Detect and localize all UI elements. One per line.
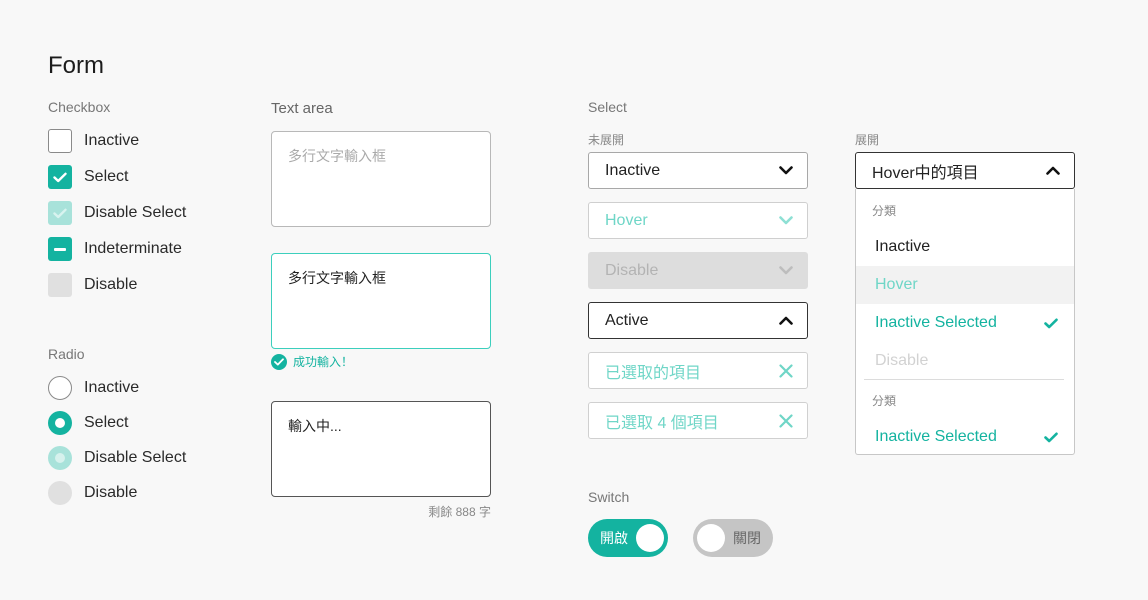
select-value: Inactive <box>605 161 661 179</box>
dropdown-option-disabled: Disable <box>875 352 929 369</box>
dropdown-option-hover[interactable]: Hover <box>856 266 1074 304</box>
select-value: Active <box>605 311 649 329</box>
select-inactive[interactable]: Inactive <box>588 152 808 189</box>
radio-label: Disable <box>84 484 138 501</box>
textarea-success[interactable]: 多行文字輸入框 <box>271 253 491 349</box>
select-value: 已選取 4 個項目 <box>605 414 719 432</box>
success-message: 成功輸入！ <box>271 353 353 370</box>
checkbox-checked[interactable] <box>48 165 72 189</box>
dropdown-option-inactive[interactable]: Inactive <box>856 228 1074 266</box>
select-section-label: Select <box>588 99 627 115</box>
radio-label: Inactive <box>84 379 140 396</box>
dropdown-group-label: 分類 <box>872 393 897 408</box>
radio-inactive[interactable]: Inactive <box>48 376 139 400</box>
radio-label: Disable Select <box>84 449 187 466</box>
chevron-down-icon <box>779 266 793 275</box>
radio-button-disabled-selected <box>48 446 72 470</box>
select-hover[interactable]: Hover <box>588 202 808 239</box>
switch-knob <box>697 524 725 552</box>
check-icon <box>53 208 67 218</box>
checkbox-label: Disable Select <box>84 204 187 221</box>
checkbox-disabled-checked <box>48 201 72 225</box>
checkbox-indeterminate-box[interactable] <box>48 237 72 261</box>
checkbox-indeterminate[interactable]: Indeterminate <box>48 237 182 261</box>
dropdown-divider <box>864 379 1064 380</box>
switch-on-label: 開啟 <box>600 530 628 546</box>
switch-off-label: 關閉 <box>733 530 761 546</box>
radio-label: Select <box>84 414 129 431</box>
textarea-empty[interactable]: 多行文字輸入框 <box>271 131 491 227</box>
chevron-up-icon <box>779 316 793 325</box>
expanded-label: 展開 <box>855 133 880 147</box>
radio-button-selected[interactable] <box>48 411 72 435</box>
textarea-typing[interactable]: 輸入中... <box>271 401 491 497</box>
textarea-section-label: Text area <box>271 100 333 117</box>
clear-icon[interactable] <box>779 413 793 428</box>
page-title: Form <box>48 52 104 79</box>
select-chosen-multiple[interactable]: 已選取 4 個項目 <box>588 402 808 439</box>
radio-disable-select: Disable Select <box>48 446 186 470</box>
switch-on[interactable]: 開啟 <box>588 519 668 557</box>
success-message-text: 成功輸入！ <box>293 355 354 369</box>
clear-icon[interactable] <box>779 363 793 378</box>
dropdown-select-open[interactable]: Hover中的項目 <box>855 152 1075 189</box>
radio-section-label: Radio <box>48 346 85 362</box>
chevron-down-icon <box>779 166 793 175</box>
switch-section-label: Switch <box>588 489 630 505</box>
collapsed-label: 未展開 <box>588 133 625 147</box>
checkbox-disabled-box <box>48 273 72 297</box>
select-disable: Disable <box>588 252 808 289</box>
dropdown-option-selected[interactable]: Inactive Selected <box>856 304 1074 342</box>
checkbox-select[interactable]: Select <box>48 165 128 189</box>
checkbox-box[interactable] <box>48 129 72 153</box>
select-value: Hover <box>605 211 648 229</box>
radio-button-disabled <box>48 481 72 505</box>
chevron-down-icon <box>779 216 793 225</box>
character-counter: 剩餘 888 字 <box>428 505 491 519</box>
dropdown-option-selected[interactable]: Inactive Selected <box>856 418 1074 456</box>
minus-icon <box>54 247 66 251</box>
select-active[interactable]: Active <box>588 302 808 339</box>
switch-off[interactable]: 關閉 <box>693 519 773 557</box>
select-value: 已選取的項目 <box>605 364 702 382</box>
checkbox-label: Select <box>84 168 129 185</box>
select-chosen-single[interactable]: 已選取的項目 <box>588 352 808 389</box>
checkbox-disable-select: Disable Select <box>48 201 186 225</box>
checkbox-label: Indeterminate <box>84 240 182 257</box>
check-icon <box>1044 318 1058 328</box>
dropdown-menu: 分類 Inactive Hover Inactive Selected Disa… <box>855 189 1075 455</box>
check-circle-icon <box>271 353 287 370</box>
dropdown-value: Hover中的項目 <box>872 164 979 182</box>
chevron-up-icon <box>1046 166 1060 175</box>
switch-knob <box>636 524 664 552</box>
checkbox-label: Disable <box>84 276 138 293</box>
checkbox-inactive[interactable]: Inactive <box>48 129 139 153</box>
dropdown-group-label: 分類 <box>872 203 897 218</box>
checkbox-section-label: Checkbox <box>48 99 111 115</box>
select-value: Disable <box>605 261 659 279</box>
radio-disable: Disable <box>48 481 137 505</box>
checkbox-disable: Disable <box>48 273 137 297</box>
checkbox-label: Inactive <box>84 132 140 149</box>
radio-button[interactable] <box>48 376 72 400</box>
check-icon <box>53 172 67 182</box>
radio-select[interactable]: Select <box>48 411 128 435</box>
check-icon <box>1044 432 1058 442</box>
